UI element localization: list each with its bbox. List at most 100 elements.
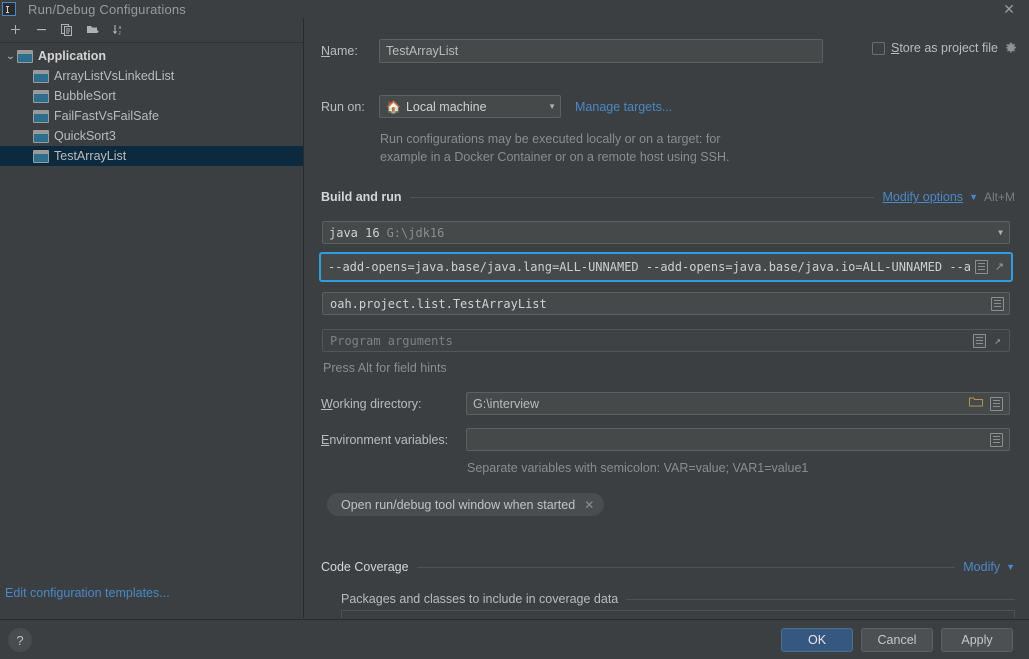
- svg-text:z: z: [119, 31, 122, 37]
- working-directory-row: Working directory: G:\interview: [321, 392, 1015, 415]
- name-input[interactable]: TestArrayList: [379, 39, 823, 63]
- main-class-input[interactable]: oah.project.list.TestArrayList: [322, 292, 1010, 315]
- configuration-icon: [33, 149, 49, 163]
- chevron-down-icon[interactable]: ▼: [969, 192, 978, 202]
- run-on-value: Local machine: [405, 99, 487, 114]
- store-as-project-file-checkbox[interactable]: [871, 41, 885, 55]
- ok-button[interactable]: OK: [781, 628, 853, 652]
- working-directory-label: Working directory:: [321, 396, 422, 411]
- jdk-name: java 16: [329, 225, 380, 240]
- tree-item-label: BubbleSort: [54, 89, 116, 103]
- program-arguments-input[interactable]: Program arguments ↗: [322, 329, 1010, 352]
- name-value: TestArrayList: [386, 44, 459, 58]
- run-on-hint-line1: Run configurations may be executed local…: [380, 132, 721, 146]
- store-as-project-file-label: Store as project file: [890, 41, 998, 55]
- help-button[interactable]: ?: [8, 628, 32, 652]
- chip-label: Open run/debug tool window when started: [341, 497, 576, 512]
- modify-options-link[interactable]: Modify options: [882, 190, 963, 204]
- insert-macro-icon[interactable]: [991, 296, 1004, 311]
- close-icon[interactable]: ✕: [584, 498, 594, 512]
- name-label: Name:: [321, 44, 358, 58]
- main-class-value: oah.project.list.TestArrayList: [330, 296, 547, 311]
- application-icon: [17, 49, 33, 63]
- add-configuration-button[interactable]: [3, 19, 27, 41]
- close-icon[interactable]: ✕: [997, 0, 1021, 18]
- tree-item-testarraylist[interactable]: TestArrayList: [0, 146, 303, 166]
- working-directory-input[interactable]: G:\interview: [466, 392, 1010, 415]
- run-on-hint: Run configurations may be executed local…: [380, 130, 800, 166]
- chevron-down-icon[interactable]: ▼: [1006, 562, 1015, 572]
- run-debug-configurations-dialog: Run/Debug Configurations ✕ az ⌄ Applicat…: [0, 0, 1029, 659]
- insert-macro-icon[interactable]: [990, 396, 1003, 411]
- run-on-hint-line2: example in a Docker Container or on a re…: [380, 150, 730, 164]
- apply-button[interactable]: Apply: [941, 628, 1013, 652]
- configuration-icon: [33, 129, 49, 143]
- field-hints-text: Press Alt for field hints: [323, 361, 447, 375]
- configuration-icon: [33, 89, 49, 103]
- configurations-tree: ⌄ Application ArrayListVsLinkedList Bubb…: [0, 43, 303, 166]
- configurations-sidebar: az ⌄ Application ArrayListVsLinkedList B…: [0, 18, 304, 618]
- expand-editor-icon[interactable]: ↗: [991, 334, 1004, 347]
- configuration-editor-pane: Name: TestArrayList Store as project fil…: [305, 18, 1029, 618]
- build-and-run-section-header: Build and run Modify options ▼ Alt+M: [321, 190, 1015, 204]
- window-title: Run/Debug Configurations: [28, 1, 187, 17]
- chevron-down-icon[interactable]: ▼: [998, 228, 1003, 237]
- sidebar-toolbar: az: [0, 18, 303, 43]
- tree-item-bubblesort[interactable]: BubbleSort: [0, 86, 303, 106]
- title-bar: Run/Debug Configurations ✕: [0, 0, 1029, 18]
- coverage-packages-list: − +: [341, 610, 1015, 618]
- tree-item-arraylistvslinkedlist[interactable]: ArrayListVsLinkedList: [0, 66, 303, 86]
- run-on-row: Run on: 🏠 Local machine ▼ Manage targets…: [321, 95, 672, 118]
- program-arguments-placeholder: Program arguments: [330, 333, 453, 348]
- cancel-button[interactable]: Cancel: [861, 628, 933, 652]
- expand-editor-icon[interactable]: ↗: [993, 261, 1006, 274]
- vm-options-value: --add-opens=java.base/java.lang=ALL-UNNA…: [328, 260, 971, 274]
- gear-icon[interactable]: [1004, 42, 1017, 55]
- vm-options-input[interactable]: --add-opens=java.base/java.lang=ALL-UNNA…: [319, 252, 1013, 282]
- tree-item-label: QuickSort3: [54, 129, 116, 143]
- manage-targets-link[interactable]: Manage targets...: [575, 100, 672, 114]
- copy-configuration-button[interactable]: [55, 19, 79, 41]
- insert-macro-icon[interactable]: [973, 333, 986, 348]
- section-divider: [409, 196, 875, 198]
- code-coverage-section-header: Code Coverage Modify ▼: [321, 560, 1015, 574]
- code-coverage-modify-link[interactable]: Modify: [963, 560, 1000, 574]
- tree-item-failfastvsfailsafe[interactable]: FailFastVsFailSafe: [0, 106, 303, 126]
- tree-group-label: Application: [38, 49, 107, 63]
- environment-variables-label: Environment variables:: [321, 432, 449, 447]
- working-directory-value: G:\interview: [473, 396, 539, 411]
- insert-macro-icon[interactable]: [990, 432, 1003, 447]
- coverage-packages-title: Packages and classes to include in cover…: [341, 592, 619, 606]
- new-folder-button[interactable]: [81, 19, 105, 41]
- sort-alphabetically-button[interactable]: az: [107, 19, 131, 41]
- configuration-icon: [33, 69, 49, 83]
- open-run-debug-tool-window-chip[interactable]: Open run/debug tool window when started …: [327, 493, 605, 516]
- section-divider: [416, 566, 956, 568]
- chevron-down-icon[interactable]: ▼: [548, 102, 556, 111]
- coverage-packages-subheader: Packages and classes to include in cover…: [341, 592, 1015, 606]
- dialog-footer: ? OK Cancel Apply CSDN @会吐嚕嚕的鱼: [0, 619, 1029, 659]
- environment-variables-row: Environment variables:: [321, 428, 1015, 451]
- code-coverage-title: Code Coverage: [321, 560, 409, 574]
- tree-group-application[interactable]: ⌄ Application: [0, 46, 303, 66]
- modify-options-shortcut: Alt+M: [983, 190, 1015, 204]
- tree-item-quicksort3[interactable]: QuickSort3: [0, 126, 303, 146]
- store-as-project-file-row[interactable]: Store as project file: [871, 41, 1017, 55]
- remove-configuration-button[interactable]: [29, 19, 53, 41]
- environment-variables-input[interactable]: [466, 428, 1010, 451]
- run-on-dropdown[interactable]: 🏠 Local machine ▼: [379, 95, 561, 118]
- tree-item-label: TestArrayList: [54, 149, 127, 163]
- jdk-dropdown[interactable]: java 16 G:\jdk16 ▼: [322, 221, 1010, 244]
- edit-configuration-templates-link[interactable]: Edit configuration templates...: [5, 586, 170, 600]
- chevron-down-icon[interactable]: ⌄: [2, 51, 18, 62]
- configuration-icon: [33, 109, 49, 123]
- run-on-label: Run on:: [321, 99, 365, 114]
- tree-item-label: ArrayListVsLinkedList: [54, 69, 175, 83]
- insert-macro-icon[interactable]: [975, 260, 988, 274]
- folder-icon[interactable]: [969, 396, 983, 411]
- jdk-path: G:\jdk16: [386, 225, 445, 240]
- tree-item-label: FailFastVsFailSafe: [54, 109, 159, 123]
- home-icon: 🏠: [386, 99, 401, 114]
- section-divider: [626, 598, 1015, 600]
- environment-variables-hint: Separate variables with semicolon: VAR=v…: [467, 461, 809, 475]
